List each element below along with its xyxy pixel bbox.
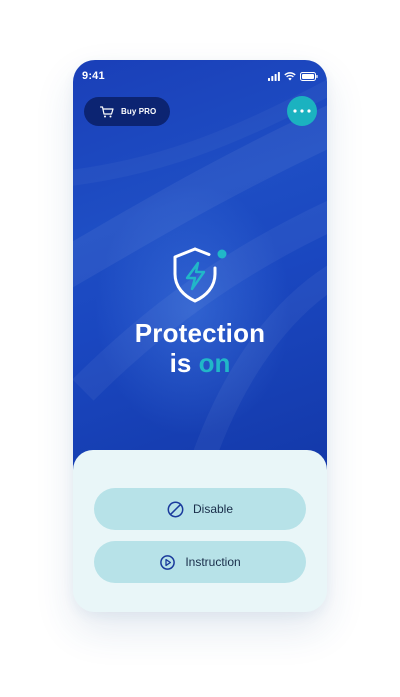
buy-pro-label: Buy PRO [121,107,157,116]
screen: 9:41 Buy PRO Protection is on Disable In… [0,0,400,697]
battery-icon [300,71,318,81]
status-bar: 9:41 [73,60,327,90]
subtitle-prefix: is [169,348,192,378]
protection-title: Protection [134,318,266,348]
status-icons [268,71,318,81]
play-circle-icon [160,554,176,570]
instruction-label: Instruction [185,555,241,569]
instruction-button[interactable]: Instruction [94,541,306,583]
protection-subtitle: is on [73,348,327,378]
status-on-text: on [198,348,231,378]
hero-panel: 9:41 Buy PRO Protection is on [73,60,327,480]
buy-pro-button[interactable]: Buy PRO [84,97,170,126]
cart-icon [100,105,114,117]
wifi-icon [284,71,296,80]
signal-icon [268,71,280,81]
block-icon [167,501,184,517]
phone-frame: 9:41 Buy PRO Protection is on Disable In… [73,60,327,612]
disable-label: Disable [192,502,234,516]
more-dots-icon [293,109,311,113]
more-options-button[interactable] [287,96,317,126]
shield-lightning-icon [173,247,227,303]
status-time: 9:41 [82,70,105,82]
disable-button[interactable]: Disable [94,488,306,530]
bottom-sheet: Disable Instruction [73,450,327,612]
